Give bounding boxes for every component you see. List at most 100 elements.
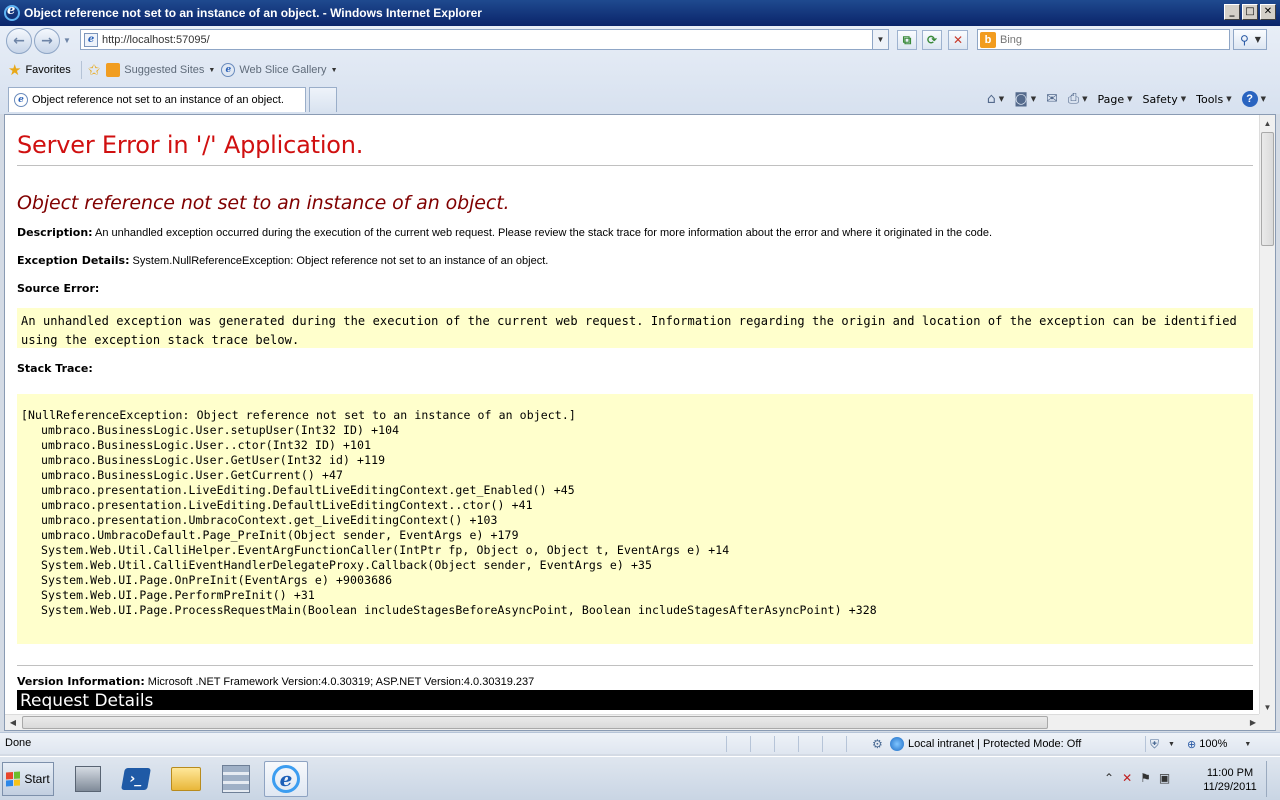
print-button[interactable]: ⎙ ▼ bbox=[1068, 91, 1088, 107]
read-mail-button[interactable]: ✉ bbox=[1046, 91, 1058, 107]
horizontal-scroll-thumb[interactable] bbox=[22, 716, 1048, 729]
action-center-flag-icon[interactable]: ⚑ bbox=[1140, 771, 1151, 785]
search-box[interactable]: b bbox=[977, 29, 1230, 50]
exception-details-row: Exception Details: System.NullReferenceE… bbox=[17, 254, 1253, 272]
exception-details-text: System.NullReferenceException: Object re… bbox=[132, 255, 549, 267]
scroll-down-button[interactable]: ▼ bbox=[1260, 699, 1275, 715]
window-controls: _ □ ✕ bbox=[1224, 4, 1276, 20]
page-menu[interactable]: Page ▼ bbox=[1098, 93, 1133, 106]
taskbar-server-stack[interactable] bbox=[214, 761, 258, 797]
description-label: Description: bbox=[17, 226, 93, 239]
window-titlebar[interactable]: Object reference not set to an instance … bbox=[0, 0, 1280, 26]
favorites-link-web-slice-gallery[interactable]: e Web Slice Gallery ▼ bbox=[221, 59, 338, 81]
taskbar: Start ›_ e ⌃ ✕ ⚑ ▣ 11:00 PM 11/29/2011 bbox=[0, 756, 1280, 800]
show-desktop-button[interactable] bbox=[1266, 761, 1280, 797]
page-menu-label: Page bbox=[1097, 92, 1125, 106]
stack-trace-label: Stack Trace: bbox=[17, 362, 93, 375]
window-title: Object reference not set to an instance … bbox=[24, 6, 482, 20]
status-divider bbox=[726, 736, 727, 752]
status-divider bbox=[1145, 736, 1146, 752]
browser-chrome: ← → ▼ e ▼ ⧉ ⟳ ✕ b ⚲▼ ★ Favorites ✩ Sugge… bbox=[0, 26, 1280, 114]
vertical-scrollbar[interactable]: ▲ ▼ bbox=[1259, 115, 1275, 715]
address-bar[interactable]: e ▼ bbox=[80, 29, 889, 50]
feeds-button[interactable]: ◙ ▼ bbox=[1014, 91, 1036, 107]
add-ons-icon: ⚙ bbox=[872, 737, 883, 751]
stack-frame: umbraco.UmbracoDefault.Page_PreInit(Obje… bbox=[41, 528, 519, 542]
ie-icon: e bbox=[14, 93, 28, 107]
home-icon: ⌂ bbox=[986, 91, 996, 107]
description-text: An unhandled exception occurred during t… bbox=[95, 227, 993, 239]
printer-icon: ⎙ bbox=[1067, 91, 1080, 107]
stack-trace-header: [NullReferenceException: Object referenc… bbox=[21, 408, 576, 422]
chevron-down-icon: ▼ bbox=[1082, 95, 1088, 103]
forward-arrow-icon: → bbox=[41, 33, 53, 49]
stop-button[interactable]: ✕ bbox=[948, 30, 968, 50]
tab-active[interactable]: e Object reference not set to an instanc… bbox=[8, 87, 306, 112]
back-button[interactable]: ← bbox=[6, 28, 32, 54]
taskbar-internet-explorer[interactable]: e bbox=[264, 761, 308, 797]
new-tab-button[interactable] bbox=[309, 87, 337, 112]
windows-explorer-icon bbox=[171, 767, 201, 791]
maximize-button[interactable]: □ bbox=[1242, 4, 1258, 20]
close-window-button[interactable]: ✕ bbox=[1260, 4, 1276, 20]
server-stack-icon bbox=[222, 765, 250, 793]
forward-button[interactable]: → bbox=[34, 28, 60, 54]
taskbar-server-manager[interactable] bbox=[66, 761, 110, 797]
stack-frame: System.Web.Util.CalliHelper.EventArgFunc… bbox=[41, 543, 730, 557]
source-error-row: Source Error: bbox=[17, 282, 1253, 300]
horizontal-scrollbar[interactable]: ◀ ▶ bbox=[5, 714, 1261, 730]
start-button[interactable]: Start bbox=[2, 762, 54, 796]
windows-logo-icon bbox=[6, 771, 21, 787]
vertical-scroll-thumb[interactable] bbox=[1261, 132, 1274, 246]
show-hidden-icons-button[interactable]: ⌃ bbox=[1104, 771, 1114, 785]
favorites-link-suggested-sites[interactable]: Suggested Sites ▼ bbox=[106, 59, 215, 81]
bing-icon: b bbox=[980, 31, 996, 48]
taskbar-windows-explorer[interactable] bbox=[164, 761, 208, 797]
safety-menu-label: Safety bbox=[1142, 92, 1178, 106]
search-button[interactable]: ⚲ ▼ bbox=[1233, 29, 1267, 50]
stack-frame: umbraco.BusinessLogic.User..ctor(Int32 I… bbox=[41, 438, 372, 452]
page-title: Server Error in '/' Application. bbox=[17, 131, 364, 159]
volume-muted-icon[interactable]: ✕ bbox=[1122, 771, 1132, 785]
scrollbar-corner bbox=[1259, 714, 1275, 730]
favorites-button[interactable]: ★ Favorites bbox=[8, 59, 71, 81]
home-button[interactable]: ⌂ ▼ bbox=[987, 91, 1004, 107]
stack-frame: System.Web.UI.Page.ProcessRequestMain(Bo… bbox=[41, 603, 877, 617]
chevron-down-icon: ▼ bbox=[1226, 95, 1232, 103]
scroll-up-button[interactable]: ▲ bbox=[1260, 115, 1275, 131]
tools-menu[interactable]: Tools ▼ bbox=[1196, 93, 1232, 106]
protected-mode-button[interactable]: ⛨ ▼ bbox=[1150, 735, 1175, 753]
network-icon[interactable]: ▣ bbox=[1159, 771, 1170, 785]
zoom-control[interactable]: ⊕ 100% ▼ bbox=[1187, 735, 1251, 753]
security-zone[interactable]: ⚙ Local intranet | Protected Mode: Off bbox=[872, 735, 1081, 753]
address-input[interactable] bbox=[102, 33, 862, 46]
description-row: Description: An unhandled exception occu… bbox=[17, 226, 1253, 244]
add-to-favorites-bar-button[interactable]: ✩ bbox=[88, 59, 101, 81]
recent-pages-dropdown[interactable]: ▼ bbox=[63, 36, 71, 45]
refresh-button[interactable]: ⟳ bbox=[922, 30, 942, 50]
zone-text: Local intranet | Protected Mode: Off bbox=[908, 738, 1082, 750]
status-divider bbox=[774, 736, 775, 752]
compatibility-view-button[interactable]: ⧉ bbox=[897, 30, 917, 50]
address-dropdown-button[interactable]: ▼ bbox=[872, 30, 888, 49]
safety-menu[interactable]: Safety ▼ bbox=[1143, 93, 1187, 106]
search-input[interactable] bbox=[1000, 33, 1200, 46]
error-message: Object reference not set to an instance … bbox=[17, 192, 510, 214]
search-options-dropdown[interactable]: ▼ bbox=[1255, 35, 1261, 44]
scroll-left-button[interactable]: ◀ bbox=[5, 715, 21, 730]
chevron-down-icon: ▼ bbox=[330, 66, 338, 74]
stack-frame: umbraco.presentation.LiveEditing.Default… bbox=[41, 483, 575, 497]
search-icon: ⚲ bbox=[1240, 32, 1249, 47]
minimize-button[interactable]: _ bbox=[1224, 4, 1240, 20]
clock[interactable]: 11:00 PM 11/29/2011 bbox=[1196, 766, 1264, 794]
source-error-box: An unhandled exception was generated dur… bbox=[17, 308, 1253, 348]
chevron-down-icon: ▼ bbox=[1244, 740, 1252, 748]
taskbar-powershell[interactable]: ›_ bbox=[114, 761, 158, 797]
stack-frame: umbraco.BusinessLogic.User.GetCurrent() … bbox=[41, 468, 344, 482]
favorites-label: Favorites bbox=[25, 64, 71, 76]
status-divider bbox=[846, 736, 847, 752]
help-menu[interactable]: ? ▼ bbox=[1241, 91, 1266, 107]
exception-details-label: Exception Details: bbox=[17, 254, 130, 267]
favorites-link-label: Web Slice Gallery bbox=[239, 64, 327, 76]
browser-viewport[interactable]: Server Error in '/' Application. Object … bbox=[4, 114, 1276, 731]
